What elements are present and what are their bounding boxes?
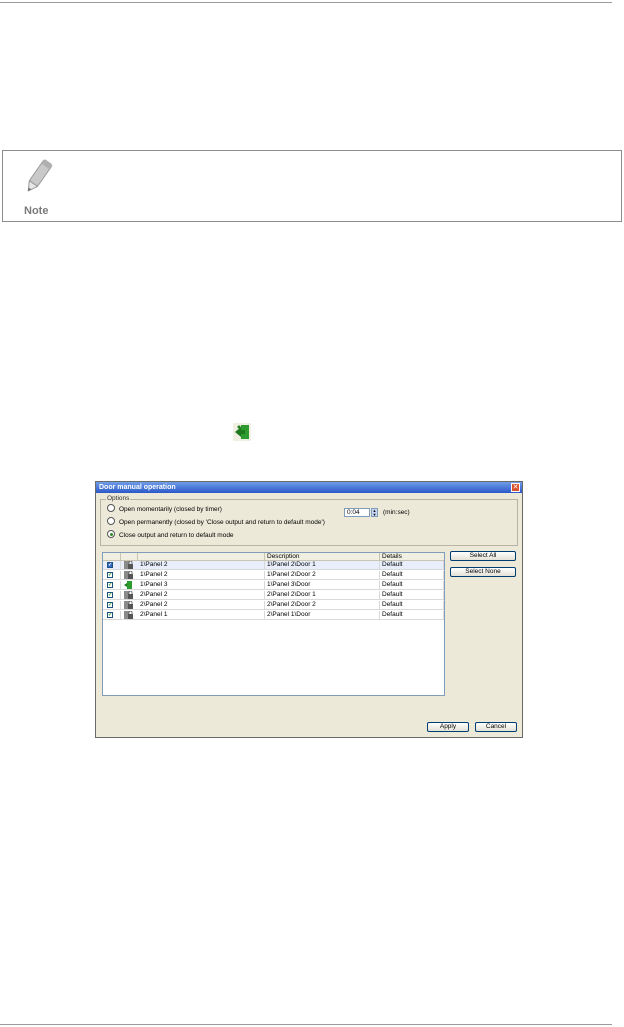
row-description: 1\Panel 3\Door [265, 581, 380, 590]
option-open-permanently[interactable]: Open permanently (closed by 'Close outpu… [107, 517, 325, 527]
row-checkbox[interactable]: ✓ [107, 562, 113, 568]
row-name: 1\Panel 2 [138, 571, 265, 580]
row-checkbox[interactable]: ✓ [107, 572, 113, 578]
radio-open-momentarily[interactable] [107, 504, 115, 513]
option-label: Close output and return to default mode [119, 532, 234, 539]
row-details: Default [380, 581, 444, 590]
row-description: 1\Panel 2\Door 2 [265, 571, 380, 580]
door-exit-icon [233, 423, 251, 441]
row-name: 2\Panel 2 [138, 591, 265, 600]
option-label: Open momentarily (closed by timer) [119, 506, 222, 513]
lock-icon [124, 571, 133, 579]
row-check-cell: ✓ [103, 591, 121, 600]
top-rule [0, 2, 612, 3]
cancel-button[interactable]: Cancel [475, 722, 517, 732]
close-icon[interactable]: ✕ [511, 483, 520, 492]
select-none-button[interactable]: Select None [450, 567, 516, 577]
row-details: Default [380, 611, 444, 620]
dialog-title: Door manual operation [96, 482, 522, 493]
lock-icon [124, 591, 133, 599]
row-description: 2\Panel 2\Door 2 [265, 601, 380, 610]
lock-icon [124, 601, 133, 609]
table-row[interactable]: ✓ 2\Panel 2 2\Panel 2\Door 2 Default [103, 601, 444, 610]
note-label: Note [24, 205, 49, 217]
timer-spinner[interactable]: ▲ ▼ [371, 508, 378, 517]
apply-button[interactable]: Apply [427, 722, 469, 732]
table-row[interactable]: ✓ 1\Panel 2 1\Panel 2\Door 2 Default [103, 571, 444, 580]
table-row[interactable]: ✓ 2\Panel 2 2\Panel 2\Door 1 Default [103, 591, 444, 600]
row-check-cell: ✓ [103, 611, 121, 620]
row-details: Default [380, 571, 444, 580]
row-name: 2\Panel 2 [138, 601, 265, 610]
row-details: Default [380, 591, 444, 600]
row-description: 2\Panel 2\Door 1 [265, 591, 380, 600]
header-name[interactable] [138, 553, 265, 561]
option-open-momentarily[interactable]: Open momentarily (closed by timer) [107, 504, 222, 514]
row-description: 2\Panel 1\Door [265, 611, 380, 620]
door-list: Description Details ✓ 1\Panel 2 1\Panel 2\… [102, 552, 445, 696]
table-row[interactable]: ✓ 1\Panel 2 1\Panel 2\Door 1 Default [103, 561, 444, 570]
lock-icon [124, 611, 133, 619]
row-checkbox[interactable]: ✓ [107, 602, 113, 608]
timer-unit: (min:sec) [383, 509, 410, 516]
radio-open-permanently[interactable] [107, 517, 115, 526]
lock-icon [124, 561, 133, 569]
option-label: Open permanently (closed by 'Close outpu… [119, 519, 325, 526]
header-check[interactable] [103, 553, 121, 561]
header-icon[interactable] [121, 553, 138, 561]
row-checkbox[interactable]: ✓ [107, 582, 113, 588]
row-details: Default [380, 601, 444, 610]
list-header: Description Details [103, 553, 444, 561]
select-all-button[interactable]: Select All [450, 551, 516, 561]
header-description[interactable]: Description [265, 553, 380, 561]
row-checkbox[interactable]: ✓ [107, 592, 113, 598]
table-row[interactable]: ✓ 1\Panel 3 1\Panel 3\Door Default [103, 581, 444, 590]
row-check-cell: ✓ [103, 601, 121, 610]
radio-close-output[interactable] [107, 530, 115, 539]
bottom-rule [0, 1024, 612, 1025]
row-description: 1\Panel 2\Door 1 [265, 561, 380, 570]
row-name: 1\Panel 3 [138, 581, 265, 590]
pencil-icon [27, 159, 53, 192]
row-check-cell: ✓ [103, 581, 121, 590]
options-legend: Options [106, 495, 131, 502]
table-row[interactable]: ✓ 2\Panel 1 2\Panel 1\Door Default [103, 611, 444, 620]
door-manual-operation-dialog: Door manual operation ✕ Options Open mom… [95, 481, 523, 738]
options-group: Options Open momentarily (closed by time… [100, 495, 518, 546]
header-details[interactable]: Details [380, 553, 444, 561]
option-close-output[interactable]: Close output and return to default mode [107, 530, 234, 540]
row-name: 1\Panel 2 [138, 561, 265, 570]
door-open-icon [124, 581, 132, 589]
note-box [2, 150, 622, 222]
row-details: Default [380, 561, 444, 570]
row-name: 2\Panel 1 [138, 611, 265, 620]
timer-input[interactable]: 0:04 [344, 508, 370, 517]
row-check-cell: ✓ [103, 561, 121, 570]
row-check-cell: ✓ [103, 571, 121, 580]
row-checkbox[interactable]: ✓ [107, 612, 113, 618]
